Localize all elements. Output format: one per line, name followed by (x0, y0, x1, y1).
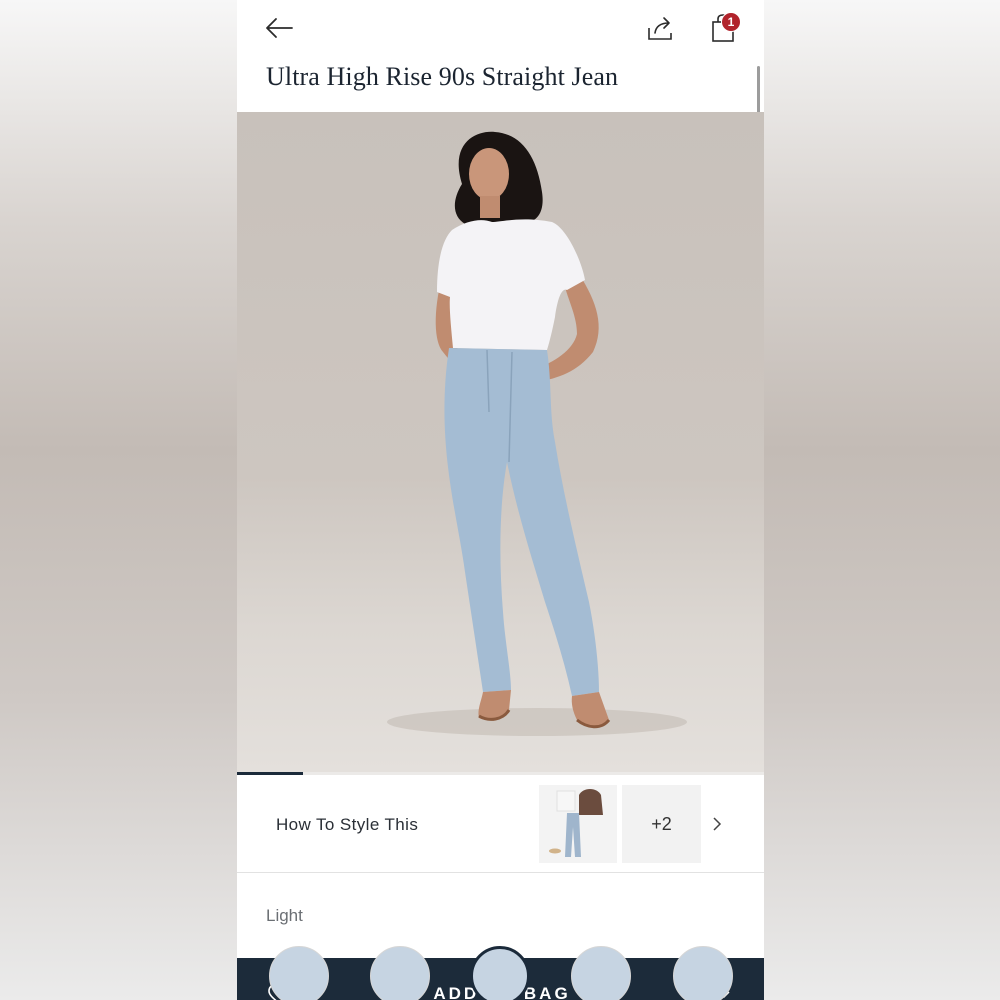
color-swatch[interactable] (571, 946, 631, 1000)
model-wearing-jeans-photo (387, 131, 687, 736)
color-swatch[interactable] (470, 946, 530, 1000)
back-button[interactable] (261, 12, 297, 44)
share-icon (648, 17, 672, 40)
more-outfits-tile[interactable]: +2 (622, 785, 701, 863)
outfit-image (549, 789, 603, 857)
product-image[interactable] (237, 112, 764, 774)
background-left (0, 0, 237, 1000)
top-bar: 1 Ultra High Rise 90s Straight Jean (237, 0, 764, 210)
color-label: Light (266, 906, 303, 925)
color-swatch[interactable] (269, 946, 329, 1000)
outfit-thumbnail[interactable] (539, 785, 617, 863)
how-to-style-label: How To Style This (276, 815, 419, 834)
share-button[interactable] (643, 12, 677, 44)
product-page: 1 Ultra High Rise 90s Straight Jean How … (237, 0, 764, 1000)
bag-count-badge: 1 (721, 12, 741, 32)
product-title: Ultra High Rise 90s Straight Jean (266, 62, 619, 91)
color-swatch[interactable] (673, 946, 733, 1000)
style-next-button[interactable] (707, 813, 727, 835)
arrow-left-icon (266, 18, 293, 38)
chevron-right-icon (713, 817, 722, 831)
how-to-style-section[interactable]: How To Style This +2 (237, 775, 764, 873)
color-swatch[interactable] (370, 946, 430, 1000)
background-right (764, 0, 1000, 1000)
